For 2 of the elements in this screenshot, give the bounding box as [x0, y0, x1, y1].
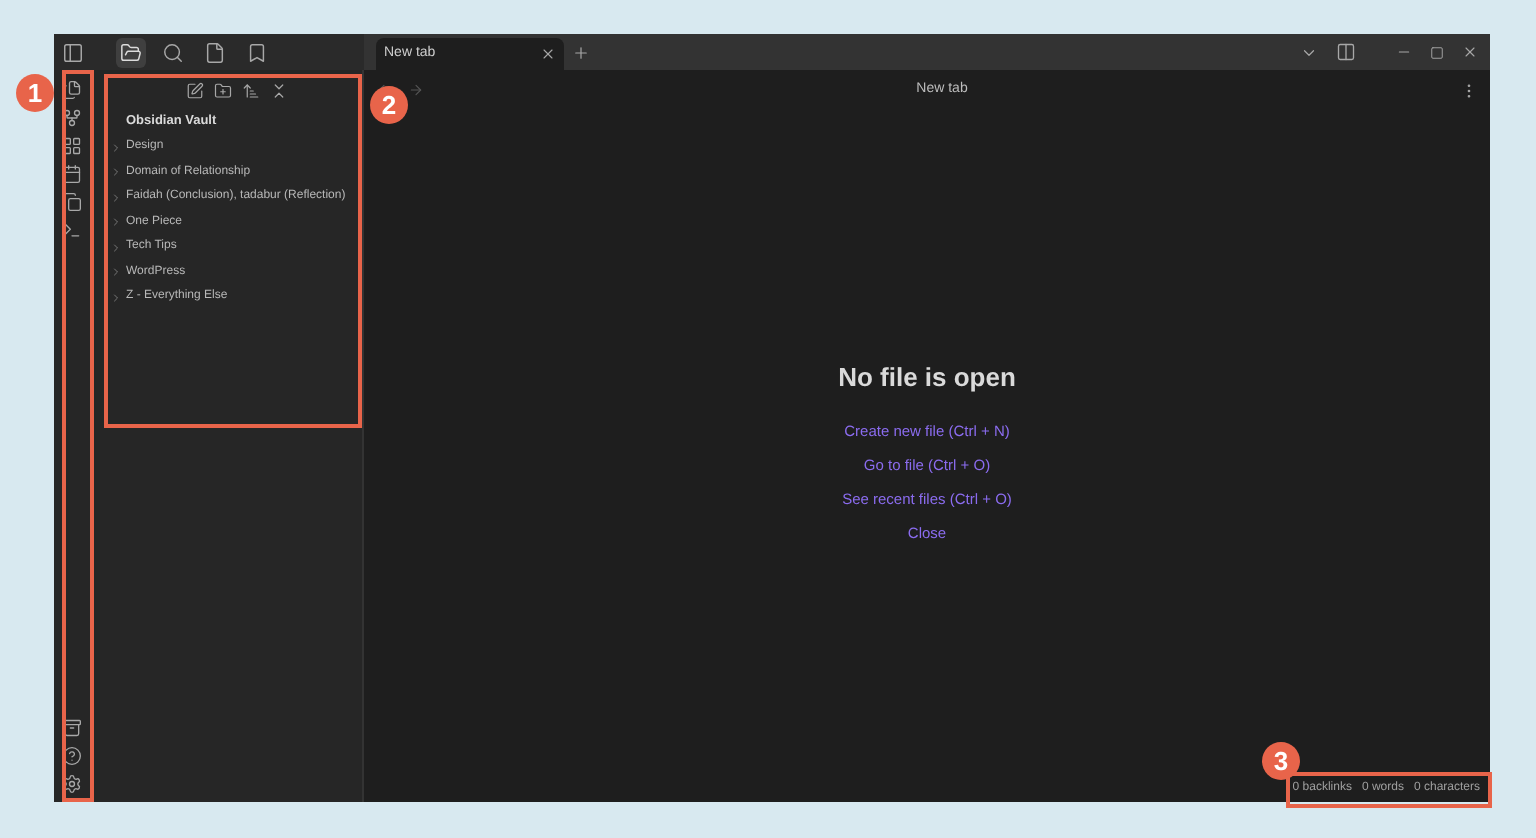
empty-state-title: No file is open [838, 360, 1016, 396]
callout-badge: 1 [16, 74, 54, 112]
